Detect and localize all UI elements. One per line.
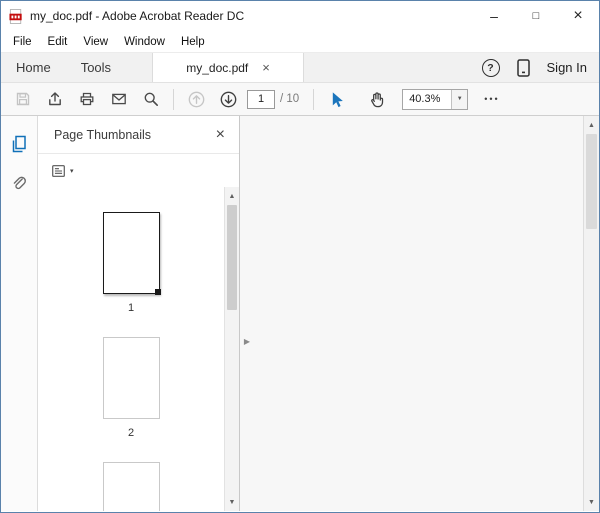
envelope-icon [112, 93, 126, 105]
menu-help[interactable]: Help [173, 36, 213, 48]
toolbar-separator [173, 88, 174, 110]
find-button[interactable] [135, 85, 167, 113]
options-list-icon [52, 164, 65, 177]
thumbnail-list: 1 2 [38, 186, 224, 511]
page-up-icon [188, 91, 204, 107]
tab-document[interactable]: my_doc.pdf × [152, 53, 305, 82]
thumbnail-page-1[interactable] [102, 212, 161, 295]
search-icon [144, 92, 158, 106]
previous-page-button[interactable] [180, 85, 212, 113]
menu-file[interactable]: File [5, 36, 40, 48]
zoom-control[interactable]: 40.3% ▼ [402, 88, 469, 110]
document-view: ▶ ▲ ▼ [240, 116, 599, 511]
print-icon [80, 92, 94, 106]
panel-toolbar: ▾ [38, 154, 239, 187]
thumbnail-item[interactable]: 2 [102, 337, 160, 440]
scroll-down-icon[interactable]: ▼ [225, 494, 239, 510]
menu-window[interactable]: Window [116, 36, 173, 48]
mobile-device-icon[interactable] [516, 58, 530, 77]
zoom-dropdown-caret-icon[interactable]: ▼ [451, 89, 468, 109]
print-button[interactable] [71, 85, 103, 113]
document-scrollbar[interactable]: ▲ ▼ [583, 116, 599, 511]
thumbnail-label: 1 [127, 302, 135, 314]
menu-view[interactable]: View [75, 36, 116, 48]
maximize-button[interactable]: □ [515, 1, 557, 31]
next-page-button[interactable] [212, 85, 244, 113]
email-button[interactable] [103, 85, 135, 113]
panel-collapse-handle[interactable]: ▶ [241, 328, 253, 354]
thumbnail-item[interactable]: 1 [102, 212, 161, 315]
hand-icon [370, 91, 383, 107]
left-nav-strip [1, 116, 38, 511]
page-total-label: / 10 [280, 93, 300, 105]
thumbnail-options-button[interactable]: ▾ [50, 163, 74, 179]
help-icon[interactable]: ? [481, 58, 500, 77]
scroll-down-icon[interactable]: ▼ [584, 494, 599, 510]
options-caret-icon: ▾ [70, 167, 74, 175]
minimize-button[interactable]: – [473, 1, 515, 31]
upload-icon [49, 92, 61, 106]
page-thumbnails-panel: Page Thumbnails × ▾ 1 2 ▲ ▼ [38, 116, 240, 511]
close-button[interactable]: × [557, 1, 599, 31]
thumbnail-label: 2 [127, 427, 135, 439]
window-title: my_doc.pdf - Adobe Acrobat Reader DC [30, 9, 245, 23]
scroll-up-icon[interactable]: ▲ [584, 117, 599, 133]
scroll-up-icon[interactable]: ▲ [225, 188, 239, 204]
tab-home[interactable]: Home [1, 53, 66, 82]
panel-title: Page Thumbnails [54, 127, 152, 142]
thumbnail-page-3[interactable] [102, 462, 160, 511]
toolbar-separator [313, 88, 315, 110]
share-upload-button[interactable] [39, 85, 71, 113]
panel-header: Page Thumbnails × [38, 116, 239, 154]
page-thumbnails-panel-button[interactable] [6, 132, 32, 156]
page-number-input[interactable] [247, 89, 275, 109]
pointer-arrow-icon [332, 91, 343, 107]
tabbar: Home Tools my_doc.pdf × ? Sign In [1, 52, 599, 82]
menu-edit[interactable]: Edit [40, 36, 76, 48]
document-tab-close-icon[interactable]: × [262, 60, 270, 75]
thumbnail-scrollbar[interactable]: ▲ ▼ [224, 187, 239, 511]
scrollbar-thumb[interactable] [227, 205, 237, 310]
content-area: Page Thumbnails × ▾ 1 2 ▲ ▼ ▶ ▲ ▼ [1, 116, 599, 511]
thumbnail-item[interactable] [102, 462, 160, 511]
scrollbar-thumb[interactable] [586, 134, 597, 229]
save-icon [16, 92, 30, 106]
select-tool-button[interactable] [320, 85, 352, 113]
page-down-icon [220, 91, 236, 107]
pdf-file-icon [9, 8, 22, 24]
panel-close-icon[interactable]: × [216, 126, 225, 144]
more-tools-button[interactable]: ••• [484, 94, 499, 104]
tab-tools[interactable]: Tools [66, 53, 126, 82]
page-thumbnails-icon [12, 135, 26, 153]
sign-in-button[interactable]: Sign In [547, 60, 587, 75]
save-button[interactable] [7, 85, 39, 113]
hand-tool-button[interactable] [360, 85, 392, 113]
acrobat-reader-window: my_doc.pdf - Adobe Acrobat Reader DC – □… [0, 0, 600, 513]
paperclip-icon [13, 176, 26, 190]
zoom-value: 40.3% [409, 93, 441, 105]
titlebar: my_doc.pdf - Adobe Acrobat Reader DC – □… [1, 1, 599, 31]
attachments-panel-button[interactable] [6, 172, 32, 196]
window-controls: – □ × [473, 1, 599, 31]
document-tab-label: my_doc.pdf [186, 60, 249, 75]
tabbar-right-group: ? Sign In [481, 53, 587, 82]
menubar: File Edit View Window Help [1, 31, 599, 52]
toolbar: / 10 40.3% ▼ ••• [1, 82, 599, 116]
thumbnail-page-2[interactable] [102, 337, 160, 419]
